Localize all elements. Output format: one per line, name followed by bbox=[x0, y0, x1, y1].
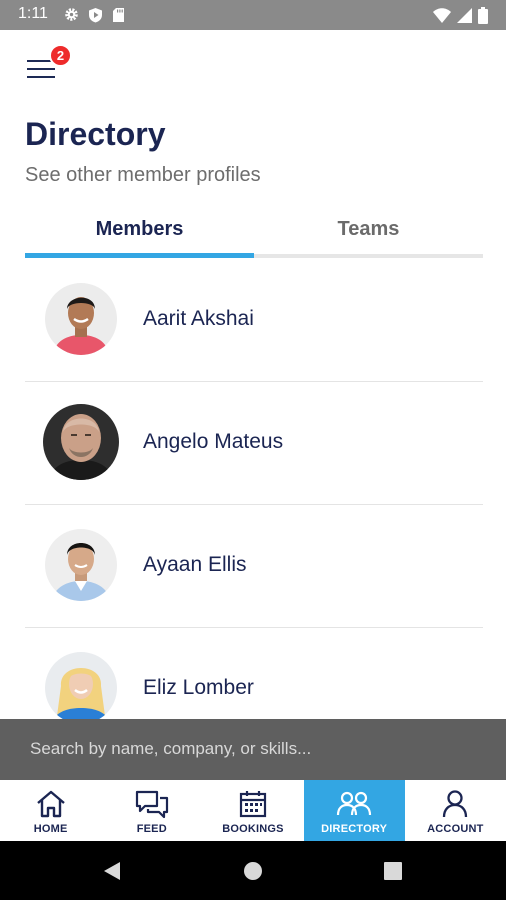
home-circle-icon[interactable] bbox=[243, 861, 263, 881]
sd-card-icon bbox=[112, 7, 125, 23]
avatar bbox=[45, 529, 117, 601]
status-bar: 1:11 bbox=[0, 0, 506, 30]
search-input[interactable] bbox=[30, 735, 480, 763]
menu-bar-line bbox=[27, 76, 55, 78]
search-bar bbox=[0, 719, 506, 780]
notification-badge: 2 bbox=[49, 44, 72, 67]
list-item[interactable]: Aarit Akshai bbox=[25, 259, 483, 382]
nav-feed[interactable]: FEED bbox=[101, 780, 202, 841]
person-icon bbox=[441, 788, 469, 820]
nav-label: FEED bbox=[136, 823, 167, 835]
nav-account[interactable]: ACCOUNT bbox=[405, 780, 506, 841]
tab-bar: Members Teams bbox=[25, 205, 483, 259]
page-title: Directory bbox=[25, 116, 166, 152]
menu-bar-line bbox=[27, 68, 55, 70]
nav-directory[interactable]: DIRECTORY bbox=[303, 780, 405, 841]
recents-icon[interactable] bbox=[384, 862, 402, 880]
tab-divider bbox=[254, 254, 483, 258]
avatar bbox=[45, 283, 117, 355]
tab-teams[interactable]: Teams bbox=[254, 205, 483, 253]
back-icon[interactable] bbox=[102, 861, 122, 881]
gear-icon bbox=[64, 7, 79, 23]
people-icon bbox=[336, 788, 372, 820]
member-name: Ayaan Ellis bbox=[143, 553, 247, 576]
status-left-icons bbox=[64, 7, 125, 23]
nav-bookings[interactable]: BOOKINGS bbox=[202, 780, 303, 841]
status-time: 1:11 bbox=[18, 5, 48, 22]
shield-play-icon bbox=[88, 7, 103, 23]
list-item[interactable]: Ayaan Ellis bbox=[25, 505, 483, 628]
nav-home[interactable]: HOME bbox=[0, 780, 101, 841]
home-icon bbox=[35, 788, 67, 820]
nav-label: BOOKINGS bbox=[222, 823, 284, 835]
battery-icon bbox=[478, 7, 488, 24]
active-tab-indicator bbox=[25, 253, 254, 258]
tab-members[interactable]: Members bbox=[25, 205, 254, 253]
member-name: Angelo Mateus bbox=[143, 430, 284, 453]
chat-bubbles-icon bbox=[134, 788, 170, 820]
avatar bbox=[43, 404, 119, 480]
nav-label: HOME bbox=[33, 823, 68, 835]
bottom-nav: HOME FEED BOOKINGS DIRECTORY ACCOUNT bbox=[0, 780, 506, 841]
nav-label: ACCOUNT bbox=[427, 823, 484, 835]
android-nav-bar bbox=[0, 841, 506, 900]
list-item[interactable]: Angelo Mateus bbox=[25, 382, 483, 505]
page-subtitle: See other member profiles bbox=[25, 164, 261, 186]
member-name: Aarit Akshai bbox=[143, 307, 254, 330]
wifi-icon bbox=[433, 8, 451, 23]
member-list: Aarit Akshai Angelo Mateus Ayaan Ellis E… bbox=[25, 259, 483, 719]
nav-label: DIRECTORY bbox=[321, 823, 388, 835]
member-name: Eliz Lomber bbox=[143, 676, 254, 699]
calendar-icon bbox=[238, 788, 268, 820]
avatar bbox=[45, 652, 117, 719]
status-right-icons bbox=[433, 7, 488, 24]
cell-signal-icon bbox=[457, 8, 472, 23]
list-item[interactable]: Eliz Lomber bbox=[25, 628, 483, 719]
